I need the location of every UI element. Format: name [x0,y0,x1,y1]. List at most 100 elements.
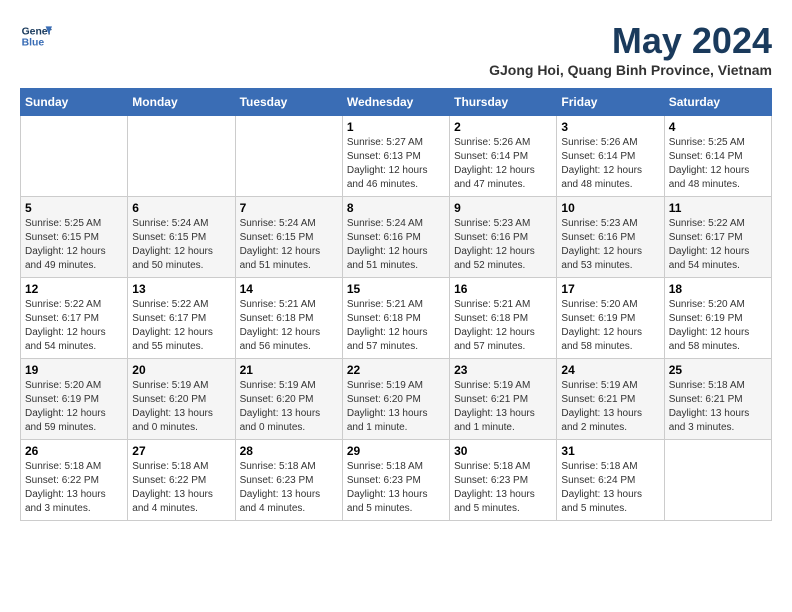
calendar-cell: 29Sunrise: 5:18 AM Sunset: 6:23 PM Dayli… [342,440,449,521]
day-number: 13 [132,282,230,296]
calendar-cell: 12 Sunrise: 5:22 AM Sunset: 6:17 PM Dayli… [21,278,128,359]
calendar-cell [128,116,235,197]
day-info: Sunrise: 5:23 AM Sunset: 6:16 PM Dayligh… [561,217,659,273]
day-info: Sunrise: 5:27 AM Sunset: 6:13 PM Dayligh… [347,136,445,192]
weekday-row: SundayMondayTuesdayWednesdayThursdayFrid… [21,89,772,116]
title-block: May 2024 GJong Hoi, Quang Binh Province,… [489,20,772,78]
calendar-cell: 25Sunrise: 5:18 AM Sunset: 6:21 PM Dayli… [664,359,771,440]
calendar-cell: 10 Sunrise: 5:23 AM Sunset: 6:16 PM Dayli… [557,197,664,278]
calendar-cell: 11 Sunrise: 5:22 AM Sunset: 6:17 PM Dayli… [664,197,771,278]
calendar-cell: 15 Sunrise: 5:21 AM Sunset: 6:18 PM Dayli… [342,278,449,359]
calendar-cell: 27Sunrise: 5:18 AM Sunset: 6:22 PM Dayli… [128,440,235,521]
calendar-cell: 31Sunrise: 5:18 AM Sunset: 6:24 PM Dayli… [557,440,664,521]
calendar-cell [21,116,128,197]
weekday-header: Friday [557,89,664,116]
calendar-cell: 23 Sunrise: 5:19 AM Sunset: 6:21 PM Dayli… [450,359,557,440]
day-number: 10 [561,201,659,215]
day-info: Sunrise: 5:22 AM Sunset: 6:17 PM Dayligh… [25,298,123,354]
day-info: Sunrise: 5:22 AM Sunset: 6:17 PM Dayligh… [669,217,767,273]
day-number: 21 [240,363,338,377]
day-number: 16 [454,282,552,296]
calendar-cell: 18Sunrise: 5:20 AM Sunset: 6:19 PM Dayli… [664,278,771,359]
day-info: Sunrise: 5:24 AM Sunset: 6:15 PM Dayligh… [240,217,338,273]
weekday-header: Saturday [664,89,771,116]
day-info: Sunrise: 5:26 AM Sunset: 6:14 PM Dayligh… [454,136,552,192]
weekday-header: Sunday [21,89,128,116]
calendar-body: 1Sunrise: 5:27 AM Sunset: 6:13 PM Daylig… [21,116,772,521]
day-info: Sunrise: 5:18 AM Sunset: 6:23 PM Dayligh… [347,460,445,516]
calendar-week-row: 5 Sunrise: 5:25 AM Sunset: 6:15 PM Daylig… [21,197,772,278]
svg-text:Blue: Blue [22,38,45,49]
day-info: Sunrise: 5:24 AM Sunset: 6:15 PM Dayligh… [132,217,230,273]
day-number: 8 [347,201,445,215]
weekday-header: Thursday [450,89,557,116]
day-number: 5 [25,201,123,215]
day-number: 24 [561,363,659,377]
day-number: 7 [240,201,338,215]
day-info: Sunrise: 5:18 AM Sunset: 6:21 PM Dayligh… [669,379,767,435]
location: GJong Hoi, Quang Binh Province, Vietnam [489,62,772,78]
calendar-cell [235,116,342,197]
day-number: 12 [25,282,123,296]
day-info: Sunrise: 5:21 AM Sunset: 6:18 PM Dayligh… [347,298,445,354]
day-info: Sunrise: 5:19 AM Sunset: 6:21 PM Dayligh… [561,379,659,435]
weekday-header: Monday [128,89,235,116]
weekday-header: Wednesday [342,89,449,116]
day-info: Sunrise: 5:19 AM Sunset: 6:20 PM Dayligh… [347,379,445,435]
day-number: 20 [132,363,230,377]
day-info: Sunrise: 5:19 AM Sunset: 6:20 PM Dayligh… [240,379,338,435]
day-info: Sunrise: 5:22 AM Sunset: 6:17 PM Dayligh… [132,298,230,354]
day-number: 26 [25,444,123,458]
day-number: 22 [347,363,445,377]
day-number: 15 [347,282,445,296]
calendar-week-row: 1Sunrise: 5:27 AM Sunset: 6:13 PM Daylig… [21,116,772,197]
calendar-cell: 2 Sunrise: 5:26 AM Sunset: 6:14 PM Daylig… [450,116,557,197]
calendar-cell: 13 Sunrise: 5:22 AM Sunset: 6:17 PM Dayli… [128,278,235,359]
calendar-cell: 22 Sunrise: 5:19 AM Sunset: 6:20 PM Dayli… [342,359,449,440]
calendar-cell: 19Sunrise: 5:20 AM Sunset: 6:19 PM Dayli… [21,359,128,440]
day-info: Sunrise: 5:23 AM Sunset: 6:16 PM Dayligh… [454,217,552,273]
calendar-cell: 1Sunrise: 5:27 AM Sunset: 6:13 PM Daylig… [342,116,449,197]
logo-icon: General Blue [20,20,52,52]
day-info: Sunrise: 5:18 AM Sunset: 6:23 PM Dayligh… [454,460,552,516]
page-header: General Blue May 2024 GJong Hoi, Quang B… [20,20,772,78]
day-info: Sunrise: 5:21 AM Sunset: 6:18 PM Dayligh… [240,298,338,354]
weekday-header: Tuesday [235,89,342,116]
day-info: Sunrise: 5:25 AM Sunset: 6:15 PM Dayligh… [25,217,123,273]
calendar-cell: 28Sunrise: 5:18 AM Sunset: 6:23 PM Dayli… [235,440,342,521]
logo: General Blue [20,20,52,52]
calendar-cell: 14 Sunrise: 5:21 AM Sunset: 6:18 PM Dayli… [235,278,342,359]
day-number: 17 [561,282,659,296]
calendar-cell: 6 Sunrise: 5:24 AM Sunset: 6:15 PM Daylig… [128,197,235,278]
day-number: 23 [454,363,552,377]
day-number: 6 [132,201,230,215]
calendar-cell: 16Sunrise: 5:21 AM Sunset: 6:18 PM Dayli… [450,278,557,359]
day-info: Sunrise: 5:26 AM Sunset: 6:14 PM Dayligh… [561,136,659,192]
calendar-cell: 20Sunrise: 5:19 AM Sunset: 6:20 PM Dayli… [128,359,235,440]
calendar-cell: 9 Sunrise: 5:23 AM Sunset: 6:16 PM Daylig… [450,197,557,278]
calendar-week-row: 12 Sunrise: 5:22 AM Sunset: 6:17 PM Dayli… [21,278,772,359]
calendar-cell: 30 Sunrise: 5:18 AM Sunset: 6:23 PM Dayli… [450,440,557,521]
day-number: 11 [669,201,767,215]
day-number: 14 [240,282,338,296]
calendar-cell: 21 Sunrise: 5:19 AM Sunset: 6:20 PM Dayli… [235,359,342,440]
calendar-cell: 5 Sunrise: 5:25 AM Sunset: 6:15 PM Daylig… [21,197,128,278]
day-info: Sunrise: 5:20 AM Sunset: 6:19 PM Dayligh… [669,298,767,354]
calendar-cell: 4Sunrise: 5:25 AM Sunset: 6:14 PM Daylig… [664,116,771,197]
day-number: 3 [561,120,659,134]
calendar-table: SundayMondayTuesdayWednesdayThursdayFrid… [20,88,772,521]
day-info: Sunrise: 5:18 AM Sunset: 6:22 PM Dayligh… [25,460,123,516]
day-number: 27 [132,444,230,458]
calendar-cell [664,440,771,521]
day-number: 9 [454,201,552,215]
calendar-cell: 8 Sunrise: 5:24 AM Sunset: 6:16 PM Daylig… [342,197,449,278]
day-info: Sunrise: 5:24 AM Sunset: 6:16 PM Dayligh… [347,217,445,273]
day-number: 30 [454,444,552,458]
day-info: Sunrise: 5:19 AM Sunset: 6:21 PM Dayligh… [454,379,552,435]
day-info: Sunrise: 5:18 AM Sunset: 6:23 PM Dayligh… [240,460,338,516]
calendar-week-row: 19Sunrise: 5:20 AM Sunset: 6:19 PM Dayli… [21,359,772,440]
day-number: 2 [454,120,552,134]
calendar-cell: 17Sunrise: 5:20 AM Sunset: 6:19 PM Dayli… [557,278,664,359]
calendar-cell: 7 Sunrise: 5:24 AM Sunset: 6:15 PM Daylig… [235,197,342,278]
day-number: 4 [669,120,767,134]
